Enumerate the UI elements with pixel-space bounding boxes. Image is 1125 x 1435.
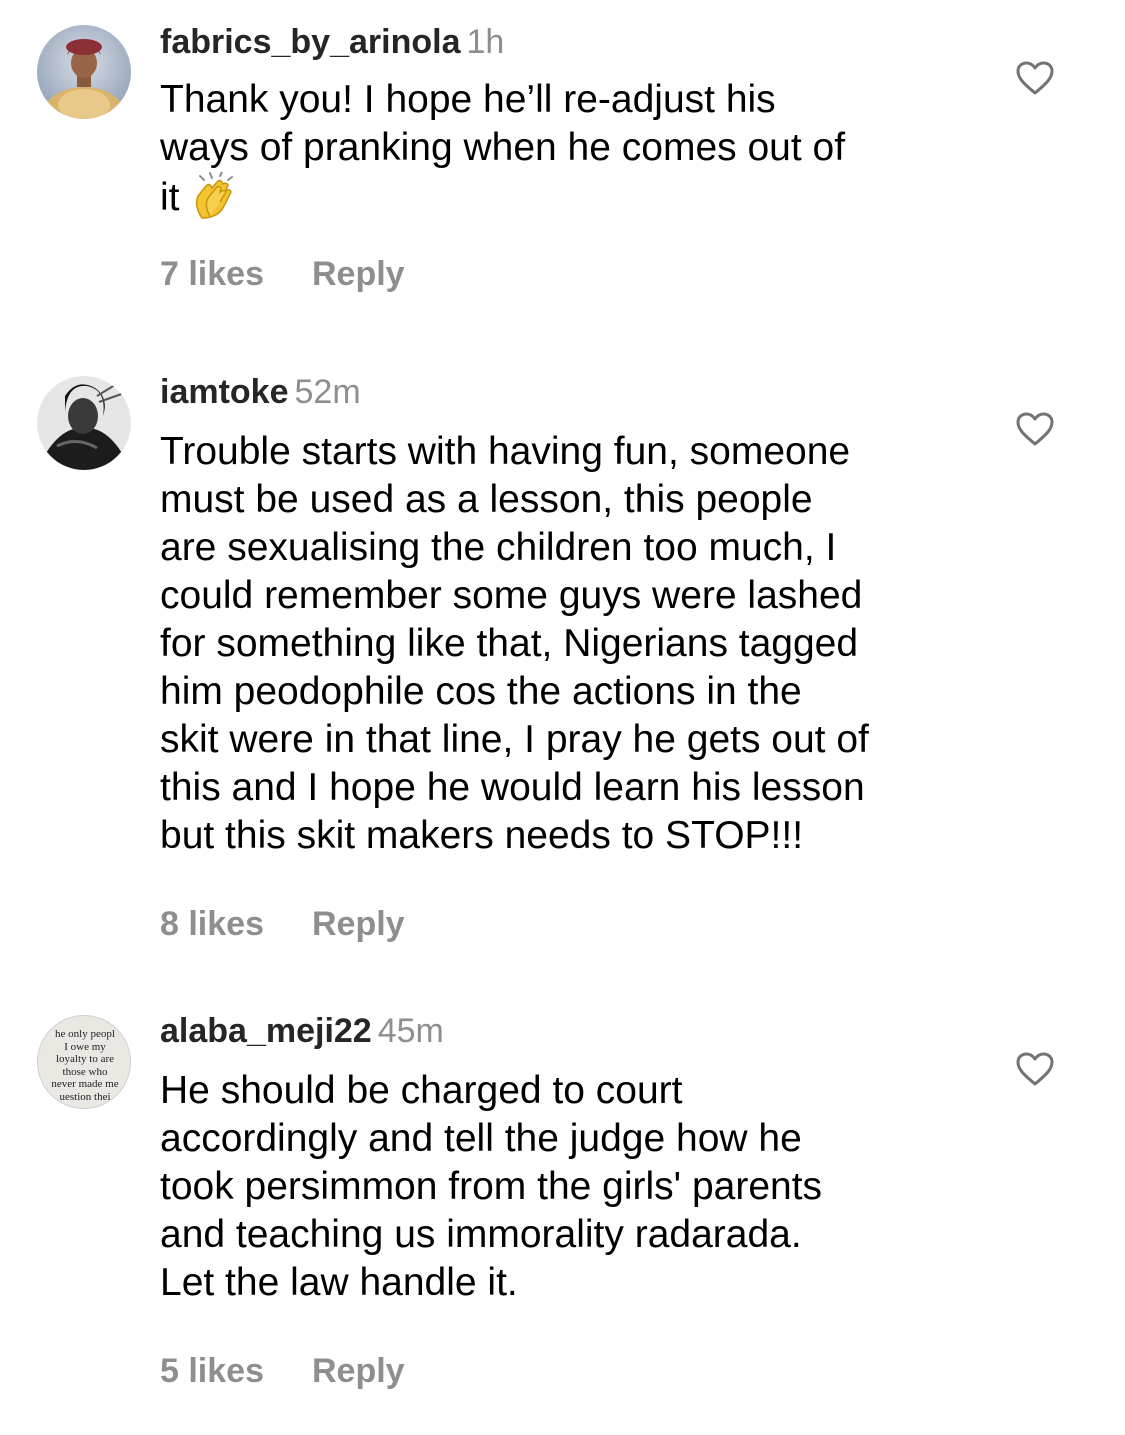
avatar-quote-line: those who [62,1065,108,1078]
reply-button[interactable]: Reply [312,905,405,943]
comment-line: accordingly and tell the judge how he [160,1117,802,1160]
comment-line: this and I hope he would learn his lesso… [160,766,865,809]
comment-line: Thank you! I hope he’ll re-adjust his [160,78,776,121]
likes-count-button[interactable]: 8 likes [160,905,264,943]
avatar-quote-text: he only peopl I owe my loyalty to are th… [38,1028,130,1103]
username-link[interactable]: iamtoke [160,373,289,411]
like-heart-icon[interactable] [1015,411,1055,447]
comment-time: 45m [377,1012,444,1050]
avatar[interactable] [37,25,131,119]
avatar-quote-line: uestion thei [59,1090,111,1103]
likes-count-button[interactable]: 7 likes [160,255,264,293]
comment-actions: 7 likes Reply [160,254,970,294]
comment-line: Let the law handle it. [160,1261,518,1304]
comment-line: for something like that, Nigerians tagge… [160,622,859,665]
comment-content: alaba_meji22 45m He should be charged to … [160,1011,970,1391]
username-link[interactable]: alaba_meji22 [160,1012,372,1050]
comment-line: him peodophile cos the actions in the [160,670,802,713]
avatar-quote-line: loyalty to are [55,1053,115,1065]
comment-content: iamtoke 52m Trouble starts with having fu… [160,372,970,944]
comment-text: Thank you! I hope he’ll re-adjust his wa… [160,76,970,234]
comment-line: took persimmon from the girls' parents [160,1165,823,1208]
comment-header: alaba_meji22 45m [160,1011,970,1051]
avatar[interactable] [37,376,131,470]
avatar-quote-line: never made me [51,1078,119,1090]
likes-count-button[interactable]: 5 likes [160,1352,264,1390]
comment-line: but this skit makers needs to STOP!!! [160,814,804,857]
comment-line: ways of pranking when he comes out of [160,126,846,169]
comment-header: fabrics_by_arinola 1h [160,22,970,62]
comment-actions: 5 likes Reply [160,1351,970,1391]
comment-line-text: it [160,176,180,219]
comment-line: Trouble starts with having fun, someone [160,430,851,473]
like-heart-icon[interactable] [1015,60,1055,96]
profile-photo-icon [37,376,131,470]
comment-actions: 8 likes Reply [160,904,970,944]
comment-line: He should be charged to court [160,1069,683,1112]
avatar-quote-line: he only peopl [55,1028,115,1040]
comment-line: and teaching us immorality radarada. [160,1213,802,1256]
comment-header: iamtoke 52m [160,372,970,412]
comment-time: 1h [466,23,505,61]
comment-content: fabrics_by_arinola 1h Thank you! I hope h… [160,22,970,294]
comment-line: are sexualising the children too much, I [160,526,837,569]
comment-text: He should be charged to court accordingl… [160,1067,970,1307]
comment-line: could remember some guys were lashed [160,574,863,617]
comment-line: must be used as a lesson, this people [160,478,813,521]
comment-text: Trouble starts with having fun, someone … [160,428,970,860]
username-link[interactable]: fabrics_by_arinola [160,23,460,61]
reply-button[interactable]: Reply [312,1352,405,1390]
comment-time: 52m [294,373,361,411]
reply-button[interactable]: Reply [312,255,405,293]
like-heart-icon[interactable] [1015,1051,1055,1087]
profile-photo-icon [37,25,131,119]
clapping-hands-icon [190,171,240,234]
avatar-quote-line: I owe my [64,1040,106,1053]
avatar[interactable]: he only peopl I owe my loyalty to are th… [37,1015,131,1109]
comment-line: skit were in that line, I pray he gets o… [160,718,869,761]
comment-line: it [160,171,970,234]
